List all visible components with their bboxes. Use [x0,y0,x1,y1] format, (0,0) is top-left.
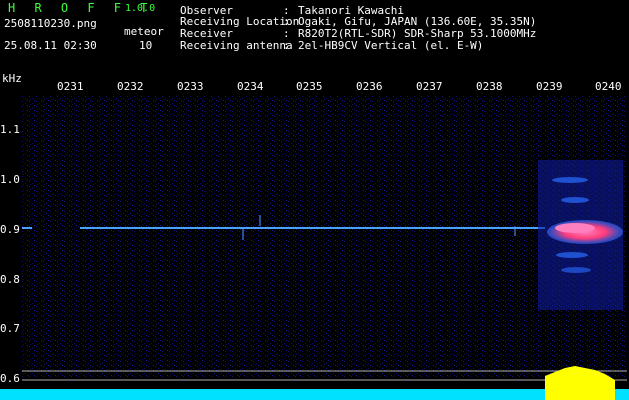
noise-field [22,96,627,378]
y-tick-label: 0.9 [0,223,20,236]
info-separator: : [283,39,290,52]
timestamp: 25.08.11 02:30 [4,39,97,52]
x-tick-label: 0237 [416,80,443,93]
y-tick-label: 0.8 [0,273,20,286]
file-name: 2508110230.png [4,17,97,30]
x-tick-label: 0239 [536,80,563,93]
x-tick-label: 0236 [356,80,383,93]
x-tick-label: 0234 [237,80,264,93]
x-tick-label: 0233 [177,80,204,93]
x-tick-label: 0240 [595,80,622,93]
info-value-antenna: 2el-HB9CV Vertical (el. E-W) [298,39,484,52]
x-tick-label: 0238 [476,80,503,93]
meteor-count: 10 [139,39,153,52]
meteor-echo [538,160,623,310]
x-tick-label: 0231 [57,80,84,93]
info-key-antenna: Receiving antenna [180,39,293,52]
x-tick-label: 0232 [117,80,144,93]
meteor-label: meteor [124,25,164,38]
y-axis-unit: kHz [2,72,22,85]
app-version: 1.0.0 [125,3,156,14]
x-tick-label: 0235 [296,80,323,93]
y-tick-label: 1.1 [0,123,20,136]
y-tick-label: 1.0 [0,173,20,186]
spectrogram-canvas [0,96,629,400]
y-tick-label: 0.7 [0,322,20,335]
y-tick-label: 0.6 [0,372,20,385]
